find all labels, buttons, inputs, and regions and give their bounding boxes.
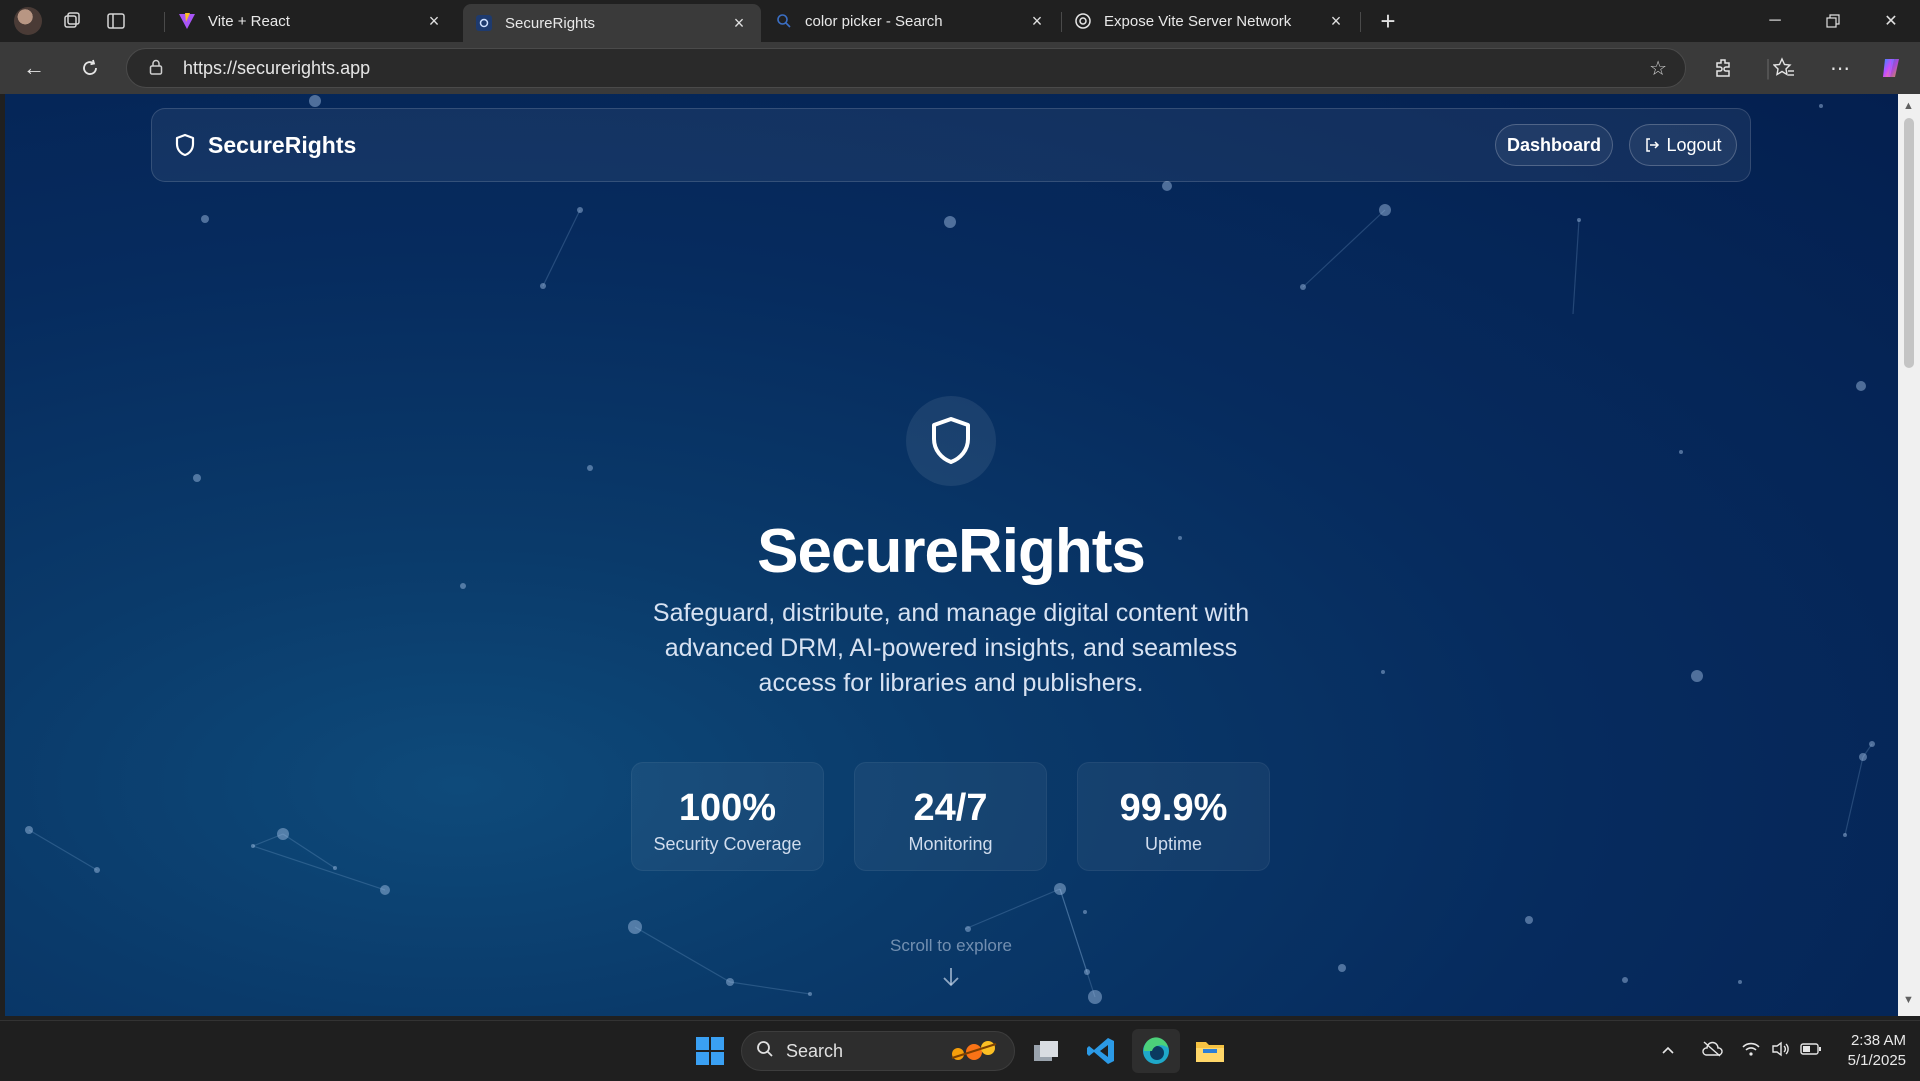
- tab-vite-react[interactable]: Vite + React ×: [166, 4, 456, 38]
- extensions-icon[interactable]: [1706, 52, 1742, 84]
- close-tab-icon[interactable]: ×: [1326, 11, 1346, 32]
- file-explorer-icon[interactable]: [1186, 1029, 1234, 1073]
- url-text[interactable]: https://securerights.app: [183, 58, 370, 79]
- scroll-up-icon[interactable]: ▲: [1903, 100, 1914, 112]
- close-tab-icon[interactable]: ×: [424, 11, 444, 32]
- workspaces-icon[interactable]: [52, 4, 92, 38]
- search-icon: [775, 12, 793, 30]
- site-header: SecureRights Dashboard Logout: [151, 108, 1751, 182]
- stat-value: 100%: [678, 787, 777, 829]
- taskbar-search[interactable]: Search: [741, 1031, 1015, 1071]
- chatgpt-logo-icon: [1074, 12, 1092, 30]
- onedrive-offline-icon[interactable]: [1694, 1040, 1730, 1062]
- tab-bar-left-controls: [0, 0, 136, 42]
- favorite-star-icon[interactable]: ☆: [1649, 56, 1667, 81]
- stat-card: 24/7 Monitoring: [854, 762, 1047, 871]
- page-scrollbar[interactable]: ▲ ▼: [1898, 94, 1920, 1016]
- stat-label: Security Coverage: [653, 834, 802, 854]
- search-icon: [756, 1040, 774, 1063]
- search-label: Search: [786, 1040, 844, 1061]
- battery-icon[interactable]: [1796, 1042, 1826, 1061]
- vertical-tabs-icon[interactable]: [96, 4, 136, 38]
- windows-logo-icon: [696, 1037, 724, 1065]
- close-tab-icon[interactable]: ×: [729, 13, 749, 34]
- page-viewport: SecureRights Dashboard Logout SecureRigh…: [5, 94, 1898, 1016]
- arrow-down-icon[interactable]: [940, 966, 962, 994]
- search-highlight-icon: [944, 1038, 1002, 1071]
- tab-title: Vite + React: [208, 12, 290, 30]
- vite-logo-icon: [178, 12, 196, 30]
- tab-securerights[interactable]: SecureRights ×: [463, 4, 761, 42]
- volume-icon[interactable]: [1766, 1041, 1796, 1062]
- tab-separator: [164, 12, 165, 32]
- taskbar-clock[interactable]: 2:38 AM 5/1/2025: [1826, 1031, 1906, 1071]
- brand-name: SecureRights: [208, 131, 357, 158]
- profile-button[interactable]: [8, 4, 48, 38]
- scroll-hint: Scroll to explore: [890, 936, 1012, 955]
- clock-date: 5/1/2025: [1847, 1052, 1906, 1069]
- address-bar[interactable]: https://securerights.app ☆: [126, 48, 1686, 88]
- wifi-icon[interactable]: [1736, 1041, 1766, 1062]
- clock-time: 2:38 AM: [1850, 1032, 1906, 1049]
- restore-icon[interactable]: [1804, 0, 1862, 42]
- system-tray: [1652, 1021, 1826, 1081]
- refresh-icon[interactable]: [72, 52, 108, 84]
- browser-tab-bar: Vite + React × SecureRights × color pick…: [0, 0, 1920, 42]
- browser-toolbar: ← https://securerights.app ☆ | ⋯: [0, 42, 1920, 94]
- chevron-up-icon[interactable]: [1652, 1042, 1684, 1060]
- logout-label: Logout: [1666, 134, 1722, 155]
- tab-separator: [1360, 12, 1361, 32]
- stat-value: 99.9%: [1119, 787, 1228, 829]
- securerights-favicon-icon: [475, 14, 493, 32]
- scroll-down-icon[interactable]: ▼: [1903, 994, 1914, 1006]
- hero-shield-badge: [906, 396, 996, 486]
- stat-value: 24/7: [913, 787, 988, 829]
- brand-logo[interactable]: SecureRights: [174, 132, 356, 159]
- tab-title: SecureRights: [505, 14, 596, 32]
- new-tab-button[interactable]: +: [1372, 6, 1404, 36]
- logout-icon: [1646, 138, 1660, 152]
- more-options-icon[interactable]: ⋯: [1822, 52, 1858, 84]
- start-button[interactable]: [686, 1029, 734, 1073]
- avatar: [14, 7, 42, 35]
- vscode-icon[interactable]: [1077, 1029, 1125, 1073]
- shield-icon: [175, 133, 195, 157]
- hero-title: SecureRights: [757, 517, 1146, 586]
- hero-subtitle: Safeguard, distribute, and manage digita…: [652, 599, 1250, 697]
- back-icon[interactable]: ←: [16, 52, 52, 84]
- task-view-icon[interactable]: [1022, 1029, 1070, 1073]
- tab-title: color picker - Search: [805, 12, 943, 30]
- stat-card: 100% Security Coverage: [631, 762, 824, 871]
- dashboard-button[interactable]: Dashboard: [1495, 124, 1613, 166]
- windows-taskbar: Search 2:38 AM 5/1/2025: [0, 1020, 1920, 1080]
- tab-title: Expose Vite Server Network: [1104, 12, 1292, 30]
- edge-icon[interactable]: [1132, 1029, 1180, 1073]
- logout-button[interactable]: Logout: [1629, 124, 1737, 166]
- stat-label: Monitoring: [908, 834, 993, 854]
- tab-expose-vite-server[interactable]: Expose Vite Server Network ×: [1062, 4, 1358, 38]
- lock-icon[interactable]: [149, 59, 167, 78]
- favorites-icon[interactable]: [1766, 52, 1802, 84]
- minimize-icon[interactable]: ─: [1746, 0, 1804, 42]
- copilot-icon[interactable]: [1874, 52, 1910, 84]
- shield-icon: [932, 417, 970, 464]
- close-window-icon[interactable]: ✕: [1862, 0, 1920, 42]
- scrollbar-thumb[interactable]: [1904, 118, 1914, 368]
- tab-color-picker-search[interactable]: color picker - Search ×: [763, 4, 1059, 38]
- close-tab-icon[interactable]: ×: [1027, 11, 1047, 32]
- stat-label: Uptime: [1144, 834, 1202, 854]
- stat-card: 99.9% Uptime: [1077, 762, 1270, 871]
